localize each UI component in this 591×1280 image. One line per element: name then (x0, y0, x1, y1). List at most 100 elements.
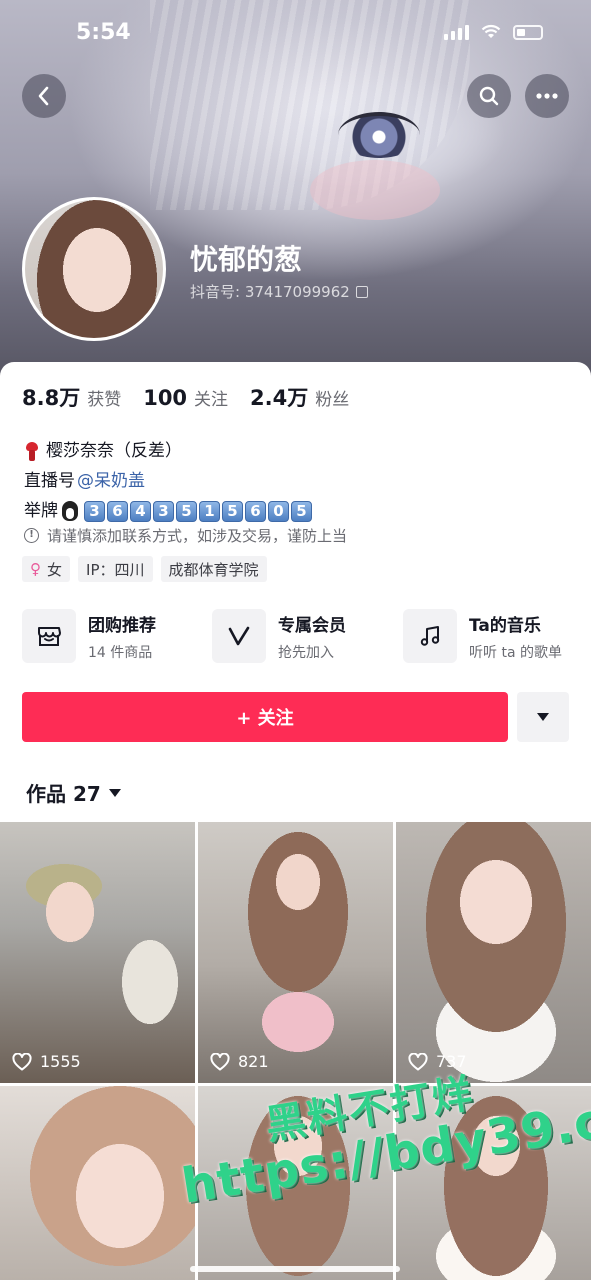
video-thumbnail[interactable] (0, 1086, 195, 1280)
safety-warning: ! 请谨慎添加联系方式，如涉及交易，谨防上当 (24, 525, 347, 546)
digit-keycap: 6 (245, 500, 266, 522)
home-indicator[interactable] (190, 1266, 400, 1272)
profile-nickname: 忧郁的葱 (190, 243, 303, 276)
stat-likes-label: 获赞 (87, 390, 122, 410)
cellular-signal-icon (444, 24, 469, 40)
digit-keycap: 6 (107, 500, 128, 522)
caret-down-icon (108, 788, 121, 797)
bio-line-2: 直播号 @呆奶盖 (24, 466, 314, 496)
tag-gender: ♀ 女 (22, 556, 71, 582)
stat-following[interactable]: 100 关注 (143, 385, 228, 410)
tag-school[interactable]: 成都体育学院 (160, 556, 267, 582)
system-icons (444, 24, 543, 40)
feature-title: 团购推荐 (88, 615, 156, 636)
shop-icon (22, 609, 76, 663)
feature-title: 专属会员 (278, 615, 346, 636)
douyin-id-text: 抖音号: 37417099962 (190, 283, 350, 301)
follow-button[interactable]: + 关注 (22, 692, 508, 742)
tab-works[interactable]: 作品 27 (26, 778, 121, 807)
stat-likes-value: 8.8万 (22, 386, 81, 410)
penguin-icon (60, 500, 80, 522)
search-icon (479, 86, 499, 106)
back-button[interactable] (22, 74, 66, 118)
battery-icon (513, 24, 543, 40)
bio-line-3: 举牌 3 6 4 3 5 1 5 6 0 5 (24, 496, 314, 526)
feature-shortcuts: 团购推荐 14 件商品 专属会员 抢先加入 Ta的音乐 听听 ta 的歌单 (22, 608, 582, 664)
video-grid: 1555 821 737 (0, 822, 591, 1280)
video-likes: 1555 (12, 1052, 81, 1071)
video-thumbnail[interactable] (396, 1086, 591, 1280)
stats-row: 8.8万 获赞 100 关注 2.4万 粉丝 (22, 382, 349, 412)
video-likes: 737 (408, 1052, 467, 1071)
bio-sign-prefix: 举牌 (24, 501, 58, 521)
digit-keycap: 5 (176, 500, 197, 522)
safety-warning-text: 请谨慎添加联系方式，如涉及交易，谨防上当 (47, 527, 348, 545)
digit-keycap: 4 (130, 500, 151, 522)
heart-icon (210, 1052, 230, 1070)
bio-text-1: 樱莎奈奈（反差） (46, 441, 182, 461)
tag-ip-label: IP：四川 (86, 560, 145, 579)
tag-school-label: 成都体育学院 (168, 560, 259, 579)
feature-music[interactable]: Ta的音乐 听听 ta 的歌单 (403, 608, 562, 664)
vip-icon (212, 609, 266, 663)
video-thumbnail[interactable]: 1555 (0, 822, 195, 1083)
scarf-icon (24, 441, 40, 461)
digit-keycap: 5 (222, 500, 243, 522)
video-likes-count: 1555 (40, 1052, 81, 1071)
video-likes-count: 821 (238, 1052, 269, 1071)
search-button[interactable] (467, 74, 511, 118)
feature-subtitle: 14 件商品 (88, 644, 153, 661)
music-note-icon (403, 609, 457, 663)
stat-followers-label: 粉丝 (315, 390, 350, 410)
feature-group-buy[interactable]: 团购推荐 14 件商品 (22, 608, 156, 664)
feature-group-buy-text: 团购推荐 14 件商品 (88, 611, 156, 662)
feature-subtitle: 抢先加入 (278, 644, 334, 661)
stat-followers-value: 2.4万 (250, 386, 309, 410)
female-symbol-icon: ♀ (30, 560, 41, 578)
tag-ip-location: IP：四川 (78, 556, 153, 582)
banner-artwork-blush (310, 160, 440, 220)
stat-followers[interactable]: 2.4万 粉丝 (250, 382, 349, 412)
feature-membership-text: 专属会员 抢先加入 (278, 611, 346, 662)
avatar[interactable] (22, 197, 166, 341)
digit-keycap: 0 (268, 500, 289, 522)
stat-following-label: 关注 (194, 390, 229, 410)
copy-icon[interactable] (355, 285, 368, 298)
recommend-dropdown-button[interactable] (517, 692, 569, 742)
status-time: 5:54 (76, 20, 131, 45)
exclamation-icon: ! (24, 528, 39, 543)
heart-icon (408, 1052, 428, 1070)
digit-keycap: 3 (153, 500, 174, 522)
video-thumbnail[interactable]: 821 (198, 822, 393, 1083)
video-likes: 821 (210, 1052, 269, 1071)
bio-line-1: 樱莎奈奈（反差） (24, 436, 314, 466)
feature-membership[interactable]: 专属会员 抢先加入 (212, 608, 346, 664)
feature-music-text: Ta的音乐 听听 ta 的歌单 (469, 611, 562, 662)
heart-icon (12, 1052, 32, 1070)
banner-artwork-eye (338, 112, 420, 158)
wifi-icon (481, 24, 501, 38)
feature-title: Ta的音乐 (469, 615, 541, 636)
profile-tags: ♀ 女 IP：四川 成都体育学院 (22, 556, 267, 582)
caret-down-icon (537, 713, 549, 721)
tag-gender-label: 女 (47, 560, 63, 579)
digit-keycap: 5 (291, 500, 312, 522)
status-bar: 5:54 (0, 0, 591, 70)
stat-following-value: 100 (143, 386, 188, 410)
stat-likes[interactable]: 8.8万 获赞 (22, 382, 121, 412)
follow-button-label: + 关注 (236, 708, 294, 729)
more-options-button[interactable] (525, 74, 569, 118)
bio-mention-link[interactable]: @呆奶盖 (77, 466, 145, 496)
bio-live-prefix: 直播号 (24, 471, 75, 491)
douyin-id-row[interactable]: 抖音号: 37417099962 (190, 281, 368, 302)
digit-keycap: 3 (84, 500, 105, 522)
video-thumbnail[interactable] (198, 1086, 393, 1280)
more-dots-icon (536, 93, 558, 99)
digit-keycap: 1 (199, 500, 220, 522)
tab-works-label: 作品 27 (26, 782, 101, 806)
feature-subtitle: 听听 ta 的歌单 (469, 644, 562, 661)
bio: 樱莎奈奈（反差） 直播号 @呆奶盖 举牌 3 6 4 3 5 1 5 6 0 5 (24, 436, 314, 526)
video-thumbnail[interactable]: 737 (396, 822, 591, 1083)
chevron-left-icon (38, 86, 49, 106)
video-likes-count: 737 (436, 1052, 467, 1071)
